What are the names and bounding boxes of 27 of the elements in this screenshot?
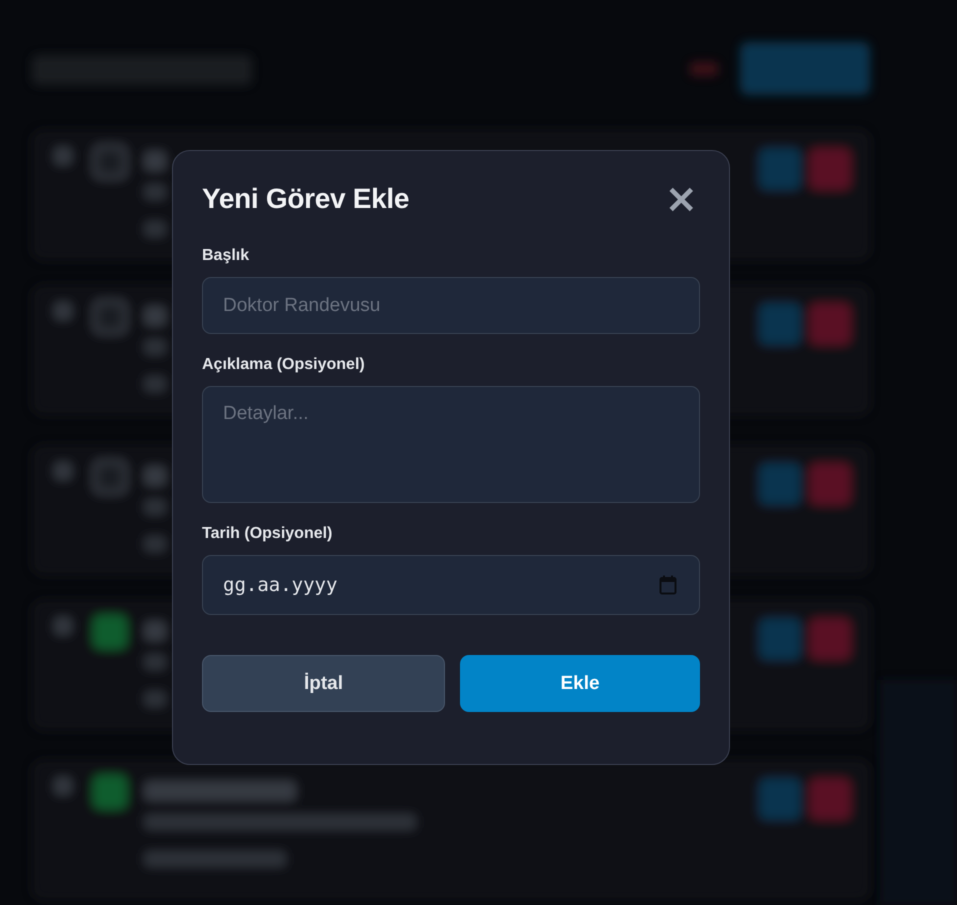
calendar-icon[interactable] xyxy=(659,575,677,595)
blurred-task-description xyxy=(145,655,165,669)
blurred-task-date xyxy=(145,377,165,391)
cancel-button[interactable]: İptal xyxy=(202,655,445,712)
blurred-task-date xyxy=(145,537,165,551)
blurred-task-title xyxy=(145,152,165,170)
date-input[interactable]: gg.aa.yyyy xyxy=(202,555,700,615)
blurred-task-description xyxy=(145,500,165,514)
blurred-task-title xyxy=(145,622,165,640)
field-label: Başlık xyxy=(202,247,250,265)
close-button[interactable]: × xyxy=(662,185,700,213)
field-label: Tarih (Opsiyonel) xyxy=(202,525,334,543)
task-checkbox[interactable] xyxy=(94,616,126,648)
blurred-task-title xyxy=(145,307,165,325)
add-button[interactable]: Ekle xyxy=(460,655,700,712)
blurred-task-description xyxy=(145,340,165,354)
dialog-title: Yeni Görev Ekle xyxy=(202,183,410,215)
blurred-task-date xyxy=(145,222,165,236)
blurred-add-button[interactable] xyxy=(740,42,870,95)
blurred-badge xyxy=(690,62,718,76)
blurred-task-description xyxy=(145,185,165,199)
field-label: Açıklama (Opsiyonel) xyxy=(202,356,366,374)
task-checkbox[interactable] xyxy=(94,776,126,808)
blurred-task-title xyxy=(145,467,165,485)
description-input[interactable]: Detaylar... xyxy=(202,386,700,503)
blurred-task-date xyxy=(145,692,165,706)
title-input[interactable]: Doktor Randevusu xyxy=(202,277,700,334)
